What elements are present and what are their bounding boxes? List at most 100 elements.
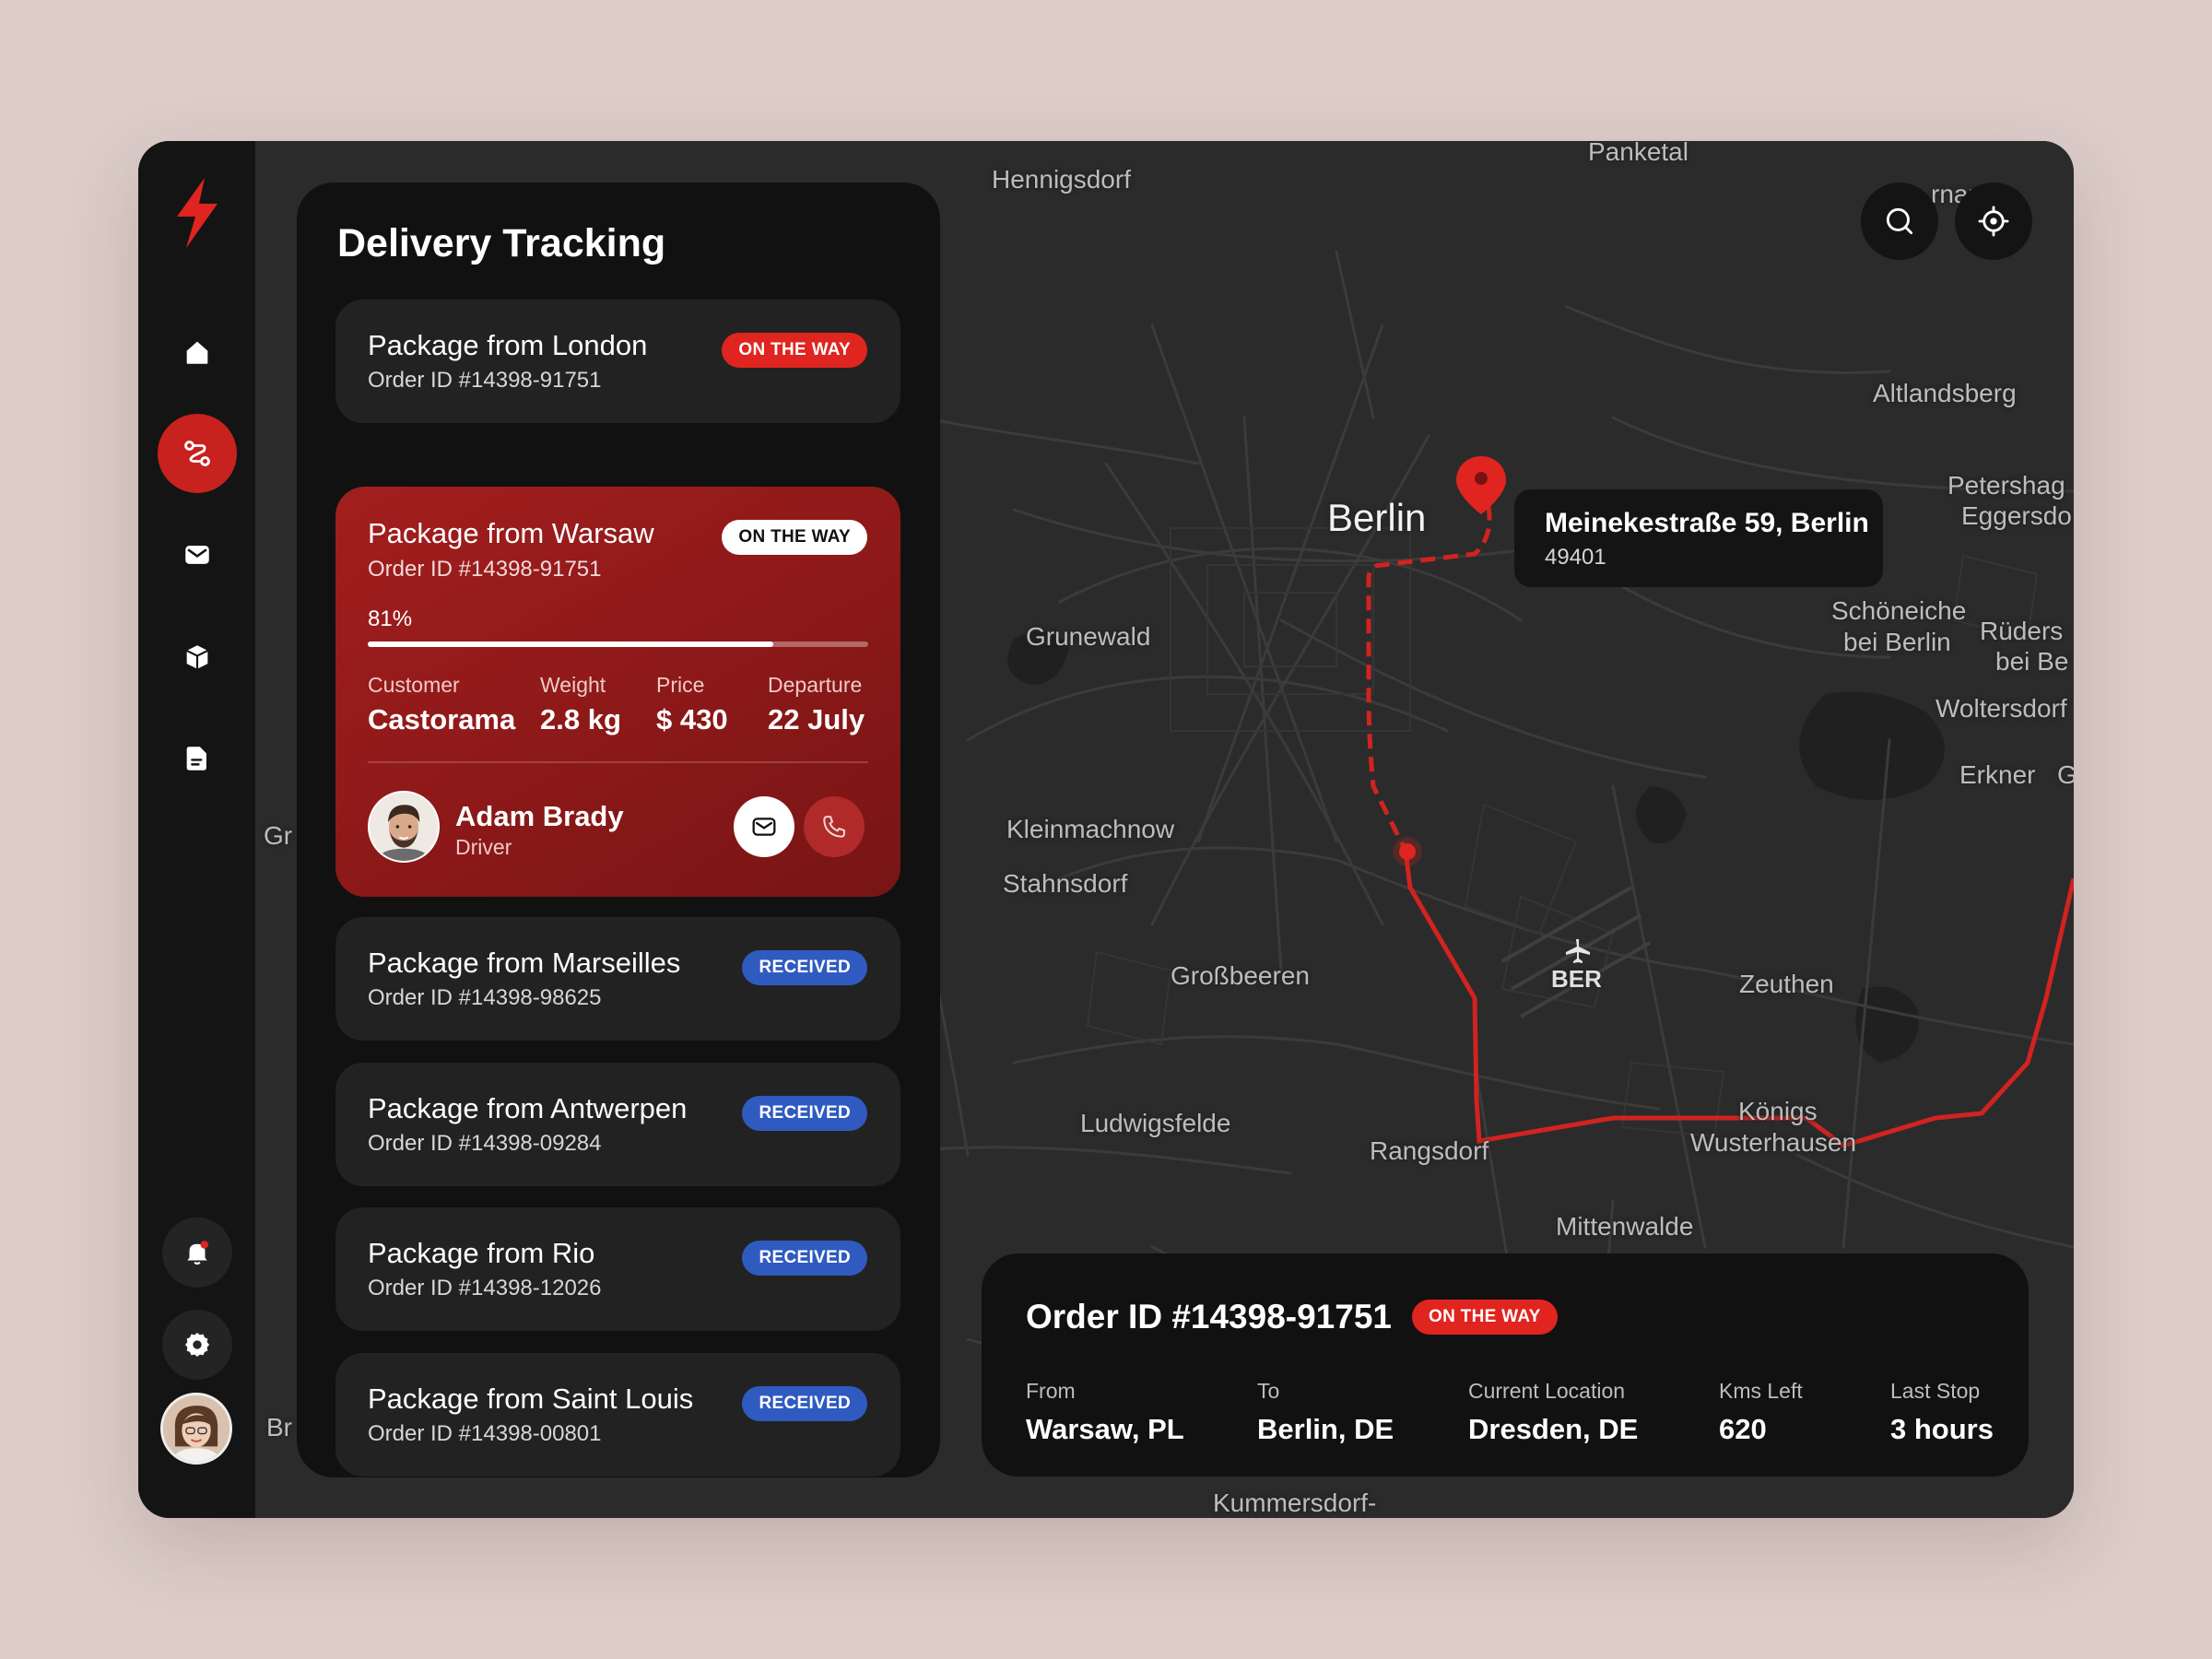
stat-value: Dresden, DE — [1468, 1413, 1639, 1445]
progress-percent: 81% — [368, 606, 413, 631]
stat-value: Berlin, DE — [1257, 1413, 1394, 1445]
order-status-badge: ON THE WAY — [1412, 1300, 1558, 1335]
status-badge: RECEIVED — [742, 1241, 867, 1276]
map-label-kleinmachnow: Kleinmachnow — [1006, 815, 1175, 843]
map-label-schoeneiche: Schöneiche — [1831, 596, 1967, 625]
sidebar-item-home[interactable] — [158, 312, 237, 392]
sidebar-item-packages[interactable] — [158, 618, 237, 697]
stat-customer: Customer Castorama — [368, 673, 515, 736]
stat-value: $ 430 — [656, 703, 728, 735]
stat-value: Warsaw, PL — [1026, 1413, 1184, 1445]
map-label-wusterhausen: Wusterhausen — [1690, 1128, 1857, 1157]
map-label-ludwigsfelde: Ludwigsfelde — [1080, 1109, 1231, 1137]
package-card-antwerpen[interactable]: Package from Antwerpen Order ID #14398-0… — [335, 1063, 900, 1186]
order-last-stop: Last Stop 3 hours — [1890, 1379, 1994, 1446]
route-icon — [184, 441, 210, 466]
box-icon — [186, 645, 208, 669]
package-name: Package from Saint Louis — [368, 1382, 694, 1415]
package-card-london[interactable]: Package from London Order ID #14398-9175… — [335, 300, 900, 423]
map-label-erkner-g: G — [2057, 760, 2074, 789]
map-label-panketal: Panketal — [1588, 141, 1688, 166]
stat-label: Customer — [368, 673, 460, 697]
map-label-stahnsdorf: Stahnsdorf — [1003, 869, 1128, 898]
map-label-grunewald: Grunewald — [1026, 622, 1151, 651]
map-label-koenigs: Königs — [1738, 1097, 1818, 1125]
mail-icon — [185, 546, 209, 564]
stat-label: Current Location — [1468, 1379, 1626, 1403]
map-label-erkner: Erkner — [1959, 760, 2036, 789]
status-badge: ON THE WAY — [722, 333, 867, 368]
bolt-logo-icon[interactable] — [173, 176, 221, 250]
map-label-eggersdorf: Eggersdo — [1961, 501, 2072, 530]
map-label-kummersdorf: Kummersdorf- — [1213, 1488, 1377, 1517]
order-summary-panel: Order ID #14398-91751 ON THE WAY From Wa… — [982, 1253, 2029, 1477]
driver-role: Driver — [455, 835, 512, 859]
status-badge: RECEIVED — [742, 950, 867, 985]
map-label-gr: Gr — [264, 821, 293, 850]
package-name: Package from Rio — [368, 1237, 595, 1269]
order-from: From Warsaw, PL — [1026, 1379, 1184, 1446]
stat-label: Price — [656, 673, 705, 697]
stat-value: 3 hours — [1890, 1413, 1994, 1445]
gear-icon — [184, 1332, 210, 1358]
delivery-tracking-panel: Delivery Tracking Package from London Or… — [297, 182, 940, 1477]
map-label-altlandsberg: Altlandsberg — [1873, 379, 2017, 407]
driver-name: Adam Brady — [455, 800, 624, 832]
order-current-location: Current Location Dresden, DE — [1468, 1379, 1638, 1446]
mail-icon — [752, 818, 776, 836]
package-card-marseilles[interactable]: Package from Marseilles Order ID #14398-… — [335, 917, 900, 1041]
package-name: Package from Antwerpen — [368, 1092, 688, 1124]
map-label-berlin: Berlin — [1327, 496, 1427, 539]
map-label-rueders-2: bei Be — [1995, 647, 2069, 676]
destination-zip: 49401 — [1545, 545, 1606, 570]
notifications-button[interactable] — [162, 1218, 232, 1288]
message-driver-button[interactable] — [734, 796, 794, 857]
order-kms-left: Kms Left 620 — [1719, 1379, 1803, 1446]
stat-price: Price $ 430 — [656, 673, 728, 736]
map-label-hennigsdorf: Hennigsdorf — [992, 165, 1131, 194]
status-badge: RECEIVED — [742, 1096, 867, 1131]
page-title: Delivery Tracking — [337, 221, 666, 265]
stat-value: 22 July — [768, 703, 865, 735]
package-order-id: Order ID #14398-91751 — [368, 368, 602, 393]
package-order-id: Order ID #14398-91751 — [368, 557, 602, 582]
phone-icon — [823, 816, 845, 838]
map-label-mittenwalde: Mittenwalde — [1556, 1212, 1694, 1241]
stat-label: To — [1257, 1379, 1280, 1403]
package-order-id: Order ID #14398-00801 — [368, 1421, 602, 1446]
crosshair-icon — [1978, 206, 2009, 237]
divider — [368, 761, 868, 763]
search-icon — [1886, 207, 1913, 235]
status-badge: RECEIVED — [742, 1386, 867, 1421]
package-card-rio[interactable]: Package from Rio Order ID #14398-12026 R… — [335, 1207, 900, 1331]
stat-value: 2.8 kg — [540, 703, 621, 735]
sidebar-item-tracking[interactable] — [158, 414, 237, 493]
document-icon — [186, 747, 206, 771]
status-badge: ON THE WAY — [722, 520, 867, 555]
package-name: Package from Warsaw — [368, 517, 654, 549]
sidebar-item-documents[interactable] — [158, 719, 237, 798]
package-card-warsaw-active[interactable]: Package from Warsaw Order ID #14398-9175… — [335, 487, 900, 897]
map-search-button[interactable] — [1861, 182, 1938, 260]
progress-fill — [368, 641, 773, 647]
locate-me-button[interactable] — [1955, 182, 2032, 260]
package-card-saint-louis[interactable]: Package from Saint Louis Order ID #14398… — [335, 1353, 900, 1477]
package-name: Package from Marseilles — [368, 947, 681, 979]
stat-weight: Weight 2.8 kg — [540, 673, 621, 736]
sidebar-item-messages[interactable] — [158, 515, 237, 594]
stat-value: 620 — [1719, 1413, 1767, 1445]
stat-label: From — [1026, 1379, 1076, 1403]
driver-portrait-icon — [370, 793, 438, 861]
map-label-schoeneiche-2: bei Berlin — [1843, 628, 1951, 656]
stat-departure: Departure 22 July — [768, 673, 865, 736]
map-label-zeuthen: Zeuthen — [1739, 970, 1834, 998]
order-title: Order ID #14398-91751 — [1026, 1298, 1392, 1335]
sidebar — [138, 141, 255, 1518]
user-avatar[interactable] — [160, 1393, 232, 1465]
settings-button[interactable] — [162, 1310, 232, 1380]
app-window: Panketal Hennigsdorf rnau on Altlandsber… — [138, 141, 2074, 1518]
stat-label: Kms Left — [1719, 1379, 1803, 1403]
stat-label: Departure — [768, 673, 863, 697]
stat-value: Castorama — [368, 703, 516, 735]
call-driver-button[interactable] — [804, 796, 865, 857]
